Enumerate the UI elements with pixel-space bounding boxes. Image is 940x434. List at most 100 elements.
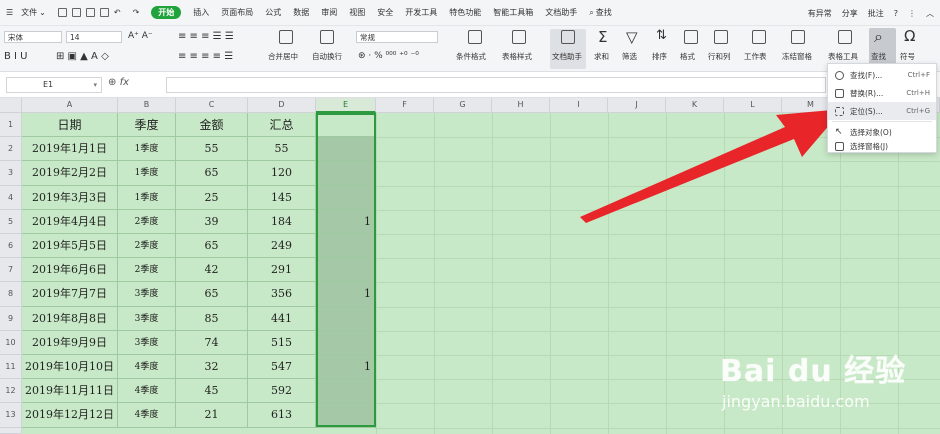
table-cell[interactable]: 4季度 <box>118 403 176 428</box>
menu-hamburger-icon[interactable]: ☰ <box>6 8 13 17</box>
table-cell[interactable] <box>316 258 376 283</box>
table-cell[interactable]: 2019年10月10日 <box>22 355 118 380</box>
wrap-text-icon[interactable] <box>320 30 334 44</box>
table-cell[interactable]: 2019年6月6日 <box>22 258 118 283</box>
table-cell[interactable]: 42 <box>176 258 248 283</box>
tab-page-layout[interactable]: 页面布局 <box>221 7 253 18</box>
formula-input[interactable] <box>166 77 826 93</box>
table-cell[interactable] <box>316 137 376 162</box>
menu-item-find[interactable]: 查找(F)... Ctrl+F <box>828 66 936 84</box>
table-cell[interactable]: 2019年4月4日 <box>22 209 118 234</box>
table-style-button[interactable]: 表格样式 <box>502 51 532 62</box>
conditional-format-icon[interactable] <box>468 30 482 44</box>
table-cell[interactable]: 74 <box>176 330 248 355</box>
table-cell[interactable]: 3季度 <box>118 282 176 307</box>
file-menu[interactable]: 文件 ⌄ <box>21 7 46 18</box>
sort-button[interactable]: 排序 <box>652 51 667 62</box>
bold-italic-underline-icons[interactable]: B I U <box>4 51 28 62</box>
filter-icon[interactable]: ▽ <box>626 28 638 46</box>
row-column-icon[interactable] <box>714 30 728 44</box>
merge-center-button[interactable]: 合并居中 <box>268 51 298 62</box>
table-cell[interactable]: 120 <box>248 161 316 186</box>
doc-helper-icon[interactable] <box>561 30 575 44</box>
table-cell[interactable]: 1季度 <box>118 185 176 210</box>
sort-icon[interactable]: ⇅ <box>656 28 667 43</box>
row-header-12[interactable]: 12 <box>0 379 22 404</box>
row-header-5[interactable]: 5 <box>0 209 22 234</box>
row-header-6[interactable]: 6 <box>0 234 22 259</box>
row-column-button[interactable]: 行和列 <box>708 51 731 62</box>
worksheet-button[interactable]: 工作表 <box>744 51 767 62</box>
tab-insert[interactable]: 插入 <box>193 7 209 18</box>
table-cell[interactable]: 249 <box>248 234 316 259</box>
table-cell[interactable]: 3季度 <box>118 306 176 331</box>
tab-start[interactable]: 开始 <box>151 6 182 19</box>
chevron-down-icon[interactable]: ▾ <box>93 78 97 92</box>
column-header-d[interactable]: D <box>248 98 316 113</box>
tab-security[interactable]: 安全 <box>377 7 393 18</box>
row-header-10[interactable]: 10 <box>0 330 22 355</box>
menu-search[interactable]: ⌕ 查找 <box>589 7 611 18</box>
column-header-c[interactable]: C <box>176 98 248 113</box>
table-header-cell[interactable]: 日期 <box>22 113 118 138</box>
format-icon[interactable] <box>684 30 698 44</box>
align-left-icons[interactable]: ≡ ≡ ≡ ≡ ☰ <box>178 51 233 62</box>
print-icon[interactable] <box>85 8 95 17</box>
freeze-panes-icon[interactable] <box>791 30 805 44</box>
table-cell[interactable]: 3季度 <box>118 330 176 355</box>
table-cell[interactable]: 613 <box>248 403 316 428</box>
table-cell[interactable]: 32 <box>176 355 248 380</box>
filter-button[interactable]: 筛选 <box>622 51 637 62</box>
fx-icon[interactable]: fx <box>120 77 129 88</box>
doc-helper-button[interactable]: 文档助手 <box>552 51 582 62</box>
table-cell[interactable]: 1季度 <box>118 137 176 162</box>
print-preview-icon[interactable] <box>71 8 81 17</box>
more-icon[interactable]: ⋮ <box>908 9 916 18</box>
sum-button[interactable]: 求和 <box>594 51 609 62</box>
table-cell[interactable]: 291 <box>248 258 316 283</box>
table-cell[interactable]: 39 <box>176 209 248 234</box>
omega-symbol-icon[interactable]: Ω <box>904 27 915 45</box>
table-cell[interactable]: 547 <box>248 355 316 380</box>
table-cell[interactable]: 145 <box>248 185 316 210</box>
symbol-button[interactable]: 符号 <box>900 51 915 62</box>
worksheet-icon[interactable] <box>752 30 766 44</box>
table-cell[interactable]: 21 <box>176 403 248 428</box>
table-cell[interactable]: 2季度 <box>118 209 176 234</box>
row-header-9[interactable]: 9 <box>0 306 22 331</box>
format-button[interactable]: 格式 <box>680 51 695 62</box>
table-cell[interactable]: 45 <box>176 379 248 404</box>
row-header-2[interactable]: 2 <box>0 137 22 162</box>
table-cell[interactable]: 85 <box>176 306 248 331</box>
save-icon[interactable] <box>57 8 67 17</box>
column-header-f[interactable]: F <box>376 98 434 113</box>
table-tools-button[interactable]: 表格工具 <box>828 51 858 62</box>
table-cell[interactable] <box>316 379 376 404</box>
tab-data[interactable]: 数据 <box>293 7 309 18</box>
table-cell[interactable]: 2019年8月8日 <box>22 306 118 331</box>
menu-item-goto[interactable]: 定位(S)... Ctrl+G <box>828 102 936 120</box>
table-cell[interactable]: 4季度 <box>118 355 176 380</box>
row-header-14[interactable] <box>0 427 22 434</box>
table-cell[interactable]: 4季度 <box>118 379 176 404</box>
column-header-a[interactable]: A <box>22 98 118 113</box>
table-cell[interactable]: 441 <box>248 306 316 331</box>
table-cell[interactable] <box>316 403 376 428</box>
row-header-13[interactable]: 13 <box>0 403 22 428</box>
table-cell[interactable]: 55 <box>248 137 316 162</box>
table-cell[interactable]: 2季度 <box>118 258 176 283</box>
column-header-l[interactable]: L <box>724 98 782 113</box>
table-cell[interactable]: 2019年7月7日 <box>22 282 118 307</box>
collapse-ribbon-icon[interactable]: ︿ <box>926 8 934 19</box>
column-header-h[interactable]: H <box>492 98 550 113</box>
find-button[interactable]: 查找 <box>871 51 886 62</box>
tab-features[interactable]: 特色功能 <box>449 7 481 18</box>
border-fill-color-icons[interactable]: ⊞ ▣ ▲ A ◇ <box>56 51 109 62</box>
conditional-format-button[interactable]: 条件格式 <box>456 51 486 62</box>
table-header-cell[interactable]: 汇总 <box>248 113 316 138</box>
share-button[interactable]: 分享 <box>842 8 858 19</box>
table-cell[interactable]: 1 <box>316 209 376 234</box>
table-cell[interactable]: 1 <box>316 355 376 380</box>
wrap-text-button[interactable]: 自动换行 <box>312 51 342 62</box>
number-format-select[interactable]: 常规 <box>356 31 438 43</box>
